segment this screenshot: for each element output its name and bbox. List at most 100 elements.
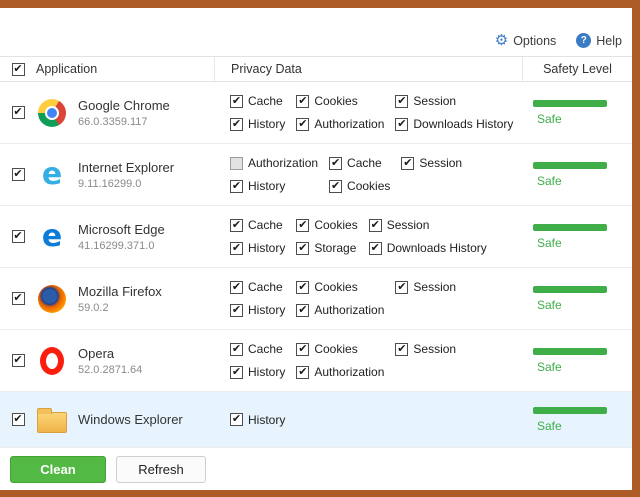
table-row[interactable]: e Microsoft Edge 41.16299.371.0 CacheCoo…	[0, 206, 632, 268]
privacy-checkbox-storage[interactable]: Storage	[296, 241, 357, 255]
privacy-checkbox-session[interactable]: Session	[401, 156, 462, 170]
table-row[interactable]: e Internet Explorer 9.11.16299.0 Authori…	[0, 144, 632, 206]
privacy-checkbox-cookies[interactable]: Cookies	[296, 218, 357, 232]
privacy-checkbox-authorization[interactable]: Authorization	[296, 365, 384, 379]
checkbox[interactable]	[395, 343, 408, 356]
checkbox[interactable]	[230, 366, 243, 379]
app-name: Microsoft Edge	[78, 222, 165, 237]
checkbox[interactable]	[296, 95, 309, 108]
row-select-checkbox[interactable]	[12, 230, 25, 243]
clean-button[interactable]: Clean	[10, 456, 106, 483]
privacy-label: Cookies	[314, 218, 357, 232]
privacy-checkbox-cache[interactable]: Cache	[329, 156, 390, 170]
gear-icon: ⚙	[495, 33, 508, 48]
privacy-checkbox-cookies[interactable]: Cookies	[296, 280, 384, 294]
checkbox[interactable]	[329, 157, 342, 170]
privacy-checkbox-cache[interactable]: Cache	[230, 218, 285, 232]
privacy-checkbox-session[interactable]: Session	[369, 218, 487, 232]
privacy-options: Cache Cookies Session History Authorization	[230, 342, 456, 379]
privacy-data-column-header: Privacy Data	[214, 57, 522, 81]
checkbox[interactable]	[230, 118, 243, 131]
privacy-label: Authorization	[314, 117, 384, 131]
options-button[interactable]: ⚙ Options	[495, 33, 557, 48]
checkbox[interactable]	[230, 304, 243, 317]
app-version: 52.0.2871.64	[78, 364, 142, 376]
checkbox[interactable]	[401, 157, 414, 170]
checkbox[interactable]	[230, 180, 243, 193]
safety-level-column-header: Safety Level	[522, 57, 632, 81]
checkbox[interactable]	[369, 219, 382, 232]
privacy-checkbox-cache[interactable]: Cache	[230, 342, 285, 356]
privacy-checkbox-history[interactable]: History	[230, 413, 285, 427]
checkbox[interactable]	[230, 413, 243, 426]
select-all-checkbox[interactable]	[12, 63, 25, 76]
privacy-label: Session	[419, 156, 462, 170]
privacy-checkbox-authorization[interactable]: Authorization	[296, 117, 384, 131]
checkbox[interactable]	[296, 366, 309, 379]
refresh-button[interactable]: Refresh	[116, 456, 206, 483]
checkbox[interactable]	[230, 343, 243, 356]
checkbox[interactable]	[296, 118, 309, 131]
privacy-label: Cache	[248, 342, 283, 356]
privacy-checkbox-authorization[interactable]: Authorization	[230, 156, 318, 170]
privacy-checkbox-session[interactable]: Session	[395, 342, 456, 356]
checkbox[interactable]	[296, 219, 309, 232]
app-version: 41.16299.371.0	[78, 240, 165, 252]
privacy-label: Authorization	[314, 303, 384, 317]
firefox-icon	[36, 283, 68, 315]
table-row[interactable]: Windows Explorer History Safe	[0, 392, 632, 448]
privacy-checkbox-cookies[interactable]: Cookies	[296, 342, 384, 356]
privacy-checkbox-history[interactable]: History	[230, 365, 285, 379]
checkbox[interactable]	[329, 180, 342, 193]
checkbox[interactable]	[395, 118, 408, 131]
checkbox[interactable]	[230, 281, 243, 294]
checkbox[interactable]	[296, 242, 309, 255]
checkbox[interactable]	[230, 157, 243, 170]
checkbox[interactable]	[296, 304, 309, 317]
privacy-label: Session	[413, 342, 456, 356]
privacy-label: History	[248, 179, 285, 193]
privacy-options: Authorization Cache Session History Cookies	[230, 156, 462, 193]
privacy-label: Cache	[347, 156, 382, 170]
privacy-checkbox-cache[interactable]: Cache	[230, 280, 285, 294]
privacy-label: Authorization	[314, 365, 384, 379]
privacy-checkbox-downloads-history[interactable]: Downloads History	[369, 241, 487, 255]
privacy-checkbox-history[interactable]: History	[230, 241, 285, 255]
privacy-checkbox-authorization[interactable]: Authorization	[296, 303, 384, 317]
checkbox[interactable]	[395, 95, 408, 108]
row-select-checkbox[interactable]	[12, 106, 25, 119]
checkbox[interactable]	[395, 281, 408, 294]
row-select-checkbox[interactable]	[12, 292, 25, 305]
checkbox[interactable]	[369, 242, 382, 255]
app-version: 9.11.16299.0	[78, 178, 174, 190]
privacy-checkbox-history[interactable]: History	[230, 117, 285, 131]
privacy-label: Cookies	[314, 94, 357, 108]
app-version: 66.0.3359.117	[78, 116, 170, 128]
privacy-checkbox-history[interactable]: History	[230, 179, 318, 193]
privacy-checkbox-session[interactable]: Session	[395, 94, 513, 108]
help-button[interactable]: ? Help	[576, 33, 622, 48]
privacy-label: Session	[387, 218, 430, 232]
checkbox[interactable]	[230, 219, 243, 232]
row-select-checkbox[interactable]	[12, 413, 25, 426]
privacy-options: History	[230, 413, 307, 427]
checkbox[interactable]	[230, 95, 243, 108]
safety-level-label: Safe	[537, 174, 562, 188]
help-icon: ?	[576, 33, 591, 48]
checkbox[interactable]	[296, 281, 309, 294]
row-select-checkbox[interactable]	[12, 354, 25, 367]
table-row[interactable]: Google Chrome 66.0.3359.117 CacheCookies…	[0, 82, 632, 144]
privacy-checkbox-session[interactable]: Session	[395, 280, 456, 294]
privacy-checkbox-history[interactable]: History	[230, 303, 285, 317]
privacy-checkbox-cache[interactable]: Cache	[230, 94, 285, 108]
privacy-checkbox-downloads-history[interactable]: Downloads History	[395, 117, 513, 131]
checkbox[interactable]	[230, 242, 243, 255]
checkbox[interactable]	[296, 343, 309, 356]
table-row[interactable]: Opera 52.0.2871.64 CacheCookiesSessionHi…	[0, 330, 632, 392]
safety-level-label: Safe	[537, 419, 562, 433]
table-row[interactable]: Mozilla Firefox 59.0.2 CacheCookiesSessi…	[0, 268, 632, 330]
privacy-checkbox-cookies[interactable]: Cookies	[296, 94, 384, 108]
privacy-label: History	[248, 413, 285, 427]
privacy-checkbox-cookies[interactable]: Cookies	[329, 179, 390, 193]
row-select-checkbox[interactable]	[12, 168, 25, 181]
